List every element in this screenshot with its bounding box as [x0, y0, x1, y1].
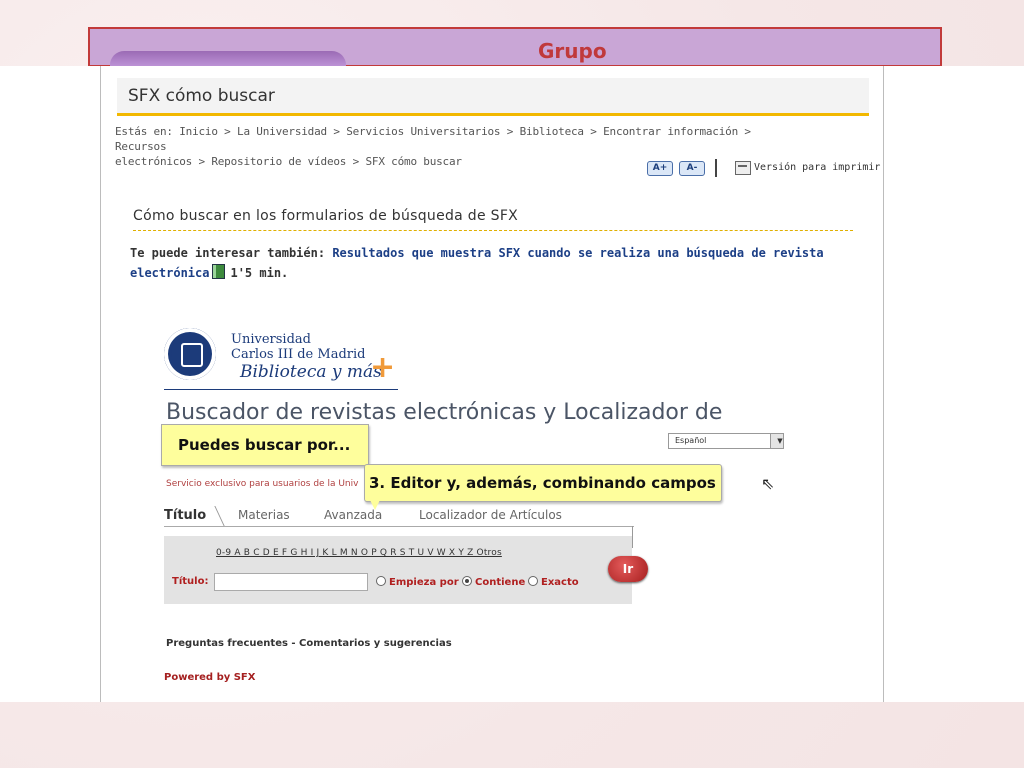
callout-editor: 3. Editor y, además, combinando campos [364, 464, 722, 502]
callout-search-by: Puedes buscar por... [161, 424, 369, 466]
print-version-link[interactable]: Versión para imprimir [754, 162, 880, 173]
browser-page: SFX cómo buscar Estás en: Inicio > La Un… [100, 66, 884, 702]
service-notice: Servicio exclusivo para usuarios de la U… [166, 479, 359, 489]
search-tool-title: Buscador de revistas electrónicas y Loca… [166, 400, 723, 425]
video-duration: 1'5 min. [230, 266, 289, 280]
video-frame[interactable]: Universidad Carlos III de Madrid Bibliot… [156, 316, 796, 696]
title-input[interactable] [214, 573, 368, 591]
slide-header-band: Grupo [88, 27, 942, 71]
university-seal-icon [164, 328, 216, 380]
tab-pointer-line [632, 526, 633, 548]
radio-icon[interactable] [376, 576, 386, 586]
slide-header-title: Grupo [538, 39, 607, 63]
logo-underline [164, 389, 398, 390]
radio-starts-with[interactable]: Empieza por [376, 576, 459, 588]
related-link[interactable]: Resultados que muestra SFX cuando se rea… [332, 246, 823, 260]
related-link-cont[interactable]: electrónica [130, 266, 209, 280]
font-decrease-button[interactable]: A- [679, 161, 705, 176]
page-title-bar: SFX cómo buscar [117, 78, 869, 116]
related-content: Te puede interesar también: Resultados q… [130, 243, 850, 283]
section-title: Cómo buscar en los formularios de búsque… [133, 208, 853, 231]
radio-label: Empieza por [389, 577, 459, 588]
language-select[interactable]: Español ▼ [668, 433, 784, 449]
university-name-line2: Carlos III de Madrid [231, 347, 366, 362]
title-field-label: Título: [172, 576, 209, 587]
radio-contains[interactable]: Contiene [462, 576, 525, 588]
tab-materias[interactable]: Materias [238, 508, 290, 522]
breadcrumb-line-1[interactable]: Estás en: Inicio > La Universidad > Serv… [115, 124, 795, 154]
footer-links[interactable]: Preguntas frecuentes - Comentarios y sug… [166, 638, 452, 649]
tab-separator [214, 506, 239, 526]
go-button[interactable]: Ir [608, 556, 648, 582]
alphabet-links[interactable]: 0-9 A B C D E F G H I J K L M N O P Q R … [216, 548, 502, 558]
related-label: Te puede interesar también: [130, 246, 326, 260]
search-tabs: Título Materias Avanzada Localizador de … [164, 506, 634, 527]
tools-divider [715, 159, 717, 177]
radio-icon[interactable] [528, 576, 538, 586]
powered-by[interactable]: Powered by SFX [164, 672, 255, 683]
language-value: Español [675, 436, 707, 445]
tab-avanzada[interactable]: Avanzada [324, 508, 382, 522]
library-tagline: Biblioteca y más [240, 362, 382, 382]
plus-logo-mark: + [370, 350, 396, 385]
radio-exact[interactable]: Exacto [528, 576, 579, 588]
print-icon[interactable] [735, 161, 751, 175]
tab-localizador[interactable]: Localizador de Artículos [419, 508, 562, 522]
university-name-line1: Universidad [231, 332, 311, 347]
chevron-down-icon: ▼ [770, 434, 783, 448]
radio-label: Exacto [541, 577, 579, 588]
radio-label: Contiene [475, 577, 526, 588]
font-increase-button[interactable]: A+ [647, 161, 673, 176]
mouse-cursor-icon: ⇖ [761, 474, 775, 493]
film-icon [212, 264, 226, 279]
search-panel: 0-9 A B C D E F G H I J K L M N O P Q R … [164, 536, 632, 604]
tab-titulo[interactable]: Título [164, 508, 206, 523]
page-title: SFX cómo buscar [128, 86, 275, 106]
radio-selected-icon[interactable] [462, 576, 472, 586]
